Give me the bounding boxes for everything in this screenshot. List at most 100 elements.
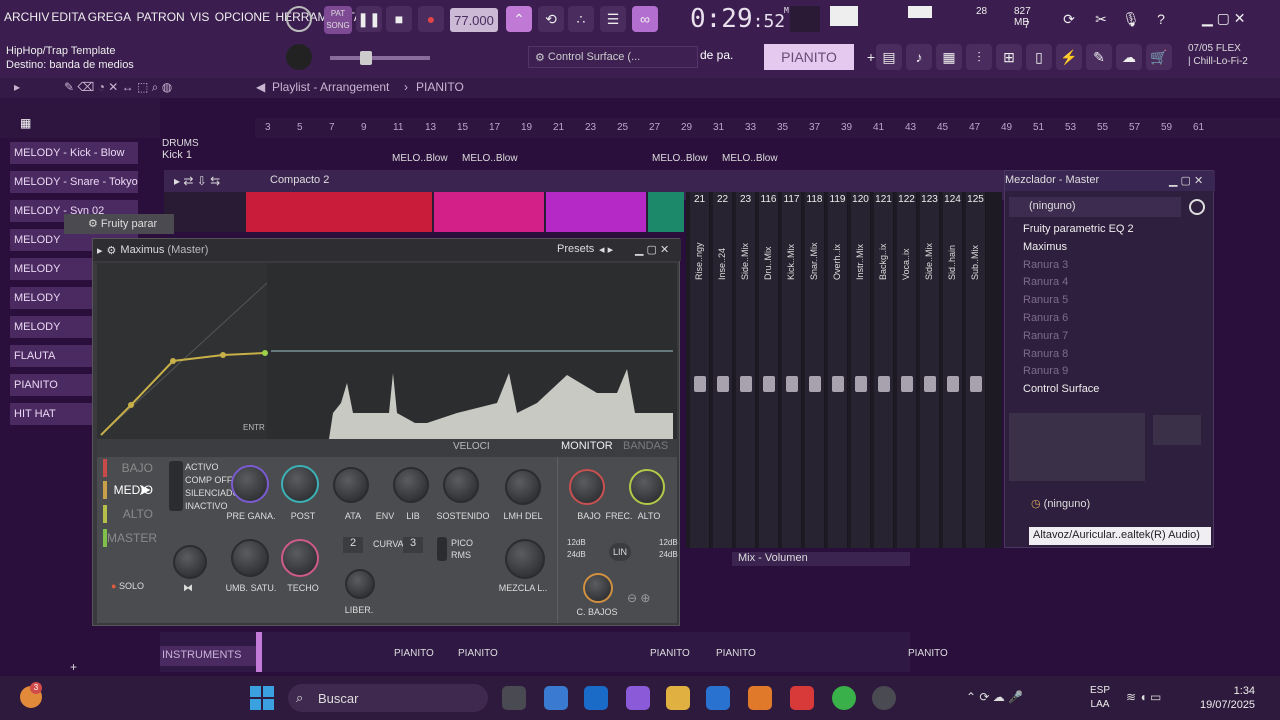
band-bajo[interactable]: BAJO bbox=[103, 459, 161, 477]
mixer-slot[interactable]: Maximus bbox=[1009, 241, 1185, 258]
rack-nav-icon[interactable]: ▸ ⇄ ⇩ ⇆ bbox=[174, 174, 220, 188]
undo-icon[interactable]: ⟳ bbox=[1056, 6, 1082, 32]
strip-fader[interactable] bbox=[809, 376, 821, 392]
gear-icon[interactable]: ⚙ bbox=[107, 244, 117, 257]
mix-volume-clip[interactable]: Mix - Volumen bbox=[732, 552, 910, 566]
pattern-selector[interactable]: PIANITO bbox=[764, 44, 854, 70]
strip-fader[interactable] bbox=[947, 376, 959, 392]
cloud-icon[interactable]: ☁ bbox=[1116, 44, 1142, 70]
arrow-right-icon[interactable]: ▸ bbox=[14, 80, 20, 94]
tray-icons[interactable]: ⌃ ⟳ ☁ 🎤 bbox=[966, 690, 1023, 704]
low-freq-knob[interactable] bbox=[569, 469, 605, 505]
mixer-strip[interactable]: 121 Backg..ix bbox=[874, 192, 894, 548]
lmh-delay-knob[interactable] bbox=[505, 469, 541, 505]
surface-faders[interactable] bbox=[1153, 415, 1201, 445]
master-pitch-slider[interactable] bbox=[330, 56, 430, 60]
clip[interactable]: PIANITO bbox=[458, 648, 498, 659]
strip-fader[interactable] bbox=[970, 376, 982, 392]
menu-patron[interactable]: PATRON bbox=[136, 10, 184, 24]
record-icon[interactable]: ● bbox=[418, 6, 444, 32]
pencil-icon[interactable]: ✎ ⌫ ◔ ✕ ↔ ⬚ ⌕ ◍ bbox=[64, 80, 172, 95]
band-medio[interactable]: MEDIO bbox=[103, 481, 161, 499]
strip-fader[interactable] bbox=[924, 376, 936, 392]
clip[interactable]: PIANITO bbox=[650, 648, 690, 659]
curve-right-value[interactable]: 3 bbox=[403, 537, 423, 553]
sustain-knob[interactable] bbox=[443, 467, 479, 503]
strip-fader[interactable] bbox=[763, 376, 775, 392]
chrome-icon[interactable] bbox=[832, 686, 856, 710]
taskbar-clock[interactable]: 1:34 19/07/2025 bbox=[1200, 684, 1255, 712]
plugin-icon[interactable]: ⚡ bbox=[1056, 44, 1082, 70]
file-explorer-icon[interactable] bbox=[666, 686, 690, 710]
news-panel[interactable]: 07/05 FLEX | Chill-Lo-Fi-2 bbox=[1188, 42, 1248, 68]
mixer-slot[interactable]: Fruity parametric EQ 2 bbox=[1009, 223, 1185, 240]
mixer-strip[interactable]: 21 Rise..ngy bbox=[690, 192, 710, 548]
presets-button[interactable]: Presets bbox=[557, 243, 594, 255]
help-icon[interactable]: ? bbox=[1148, 6, 1174, 32]
play-playlist-icon[interactable]: ◀ bbox=[256, 80, 265, 94]
windows-start-icon[interactable] bbox=[250, 686, 274, 710]
mixer-slot[interactable]: Ranura 4 bbox=[1009, 276, 1185, 293]
outlook-icon[interactable] bbox=[584, 686, 608, 710]
fruity-parar-window[interactable]: ⚙ Fruity parar bbox=[64, 214, 174, 234]
menu-archivo[interactable]: ARCHIV bbox=[4, 10, 49, 24]
mixer-slot[interactable]: Ranura 7 bbox=[1009, 330, 1185, 347]
step-edit-icon[interactable]: ☰ bbox=[600, 6, 626, 32]
mixer-strip[interactable]: 119 Overh..ix bbox=[828, 192, 848, 548]
wait-input-icon[interactable]: ⟲ bbox=[538, 6, 564, 32]
clip[interactable]: PIANITO bbox=[394, 648, 434, 659]
menu-edita[interactable]: EDITA bbox=[51, 10, 85, 24]
menu-vis[interactable]: VIS bbox=[190, 10, 209, 24]
taskbar-search[interactable]: ⌕ Buscar bbox=[288, 684, 488, 712]
chevron-down-icon[interactable]: ▸ bbox=[97, 244, 103, 257]
pre-gain-knob[interactable] bbox=[231, 465, 269, 503]
state-activo[interactable]: ACTIVO bbox=[185, 461, 240, 474]
mixer-strip[interactable]: 125 Sub..Mix bbox=[966, 192, 986, 548]
strip-fader[interactable] bbox=[878, 376, 890, 392]
channel-rack-icon[interactable]: ▦ bbox=[936, 44, 962, 70]
play-icon[interactable]: ❚❚ bbox=[356, 6, 382, 32]
mixer-slot[interactable]: Control Surface bbox=[1009, 383, 1185, 400]
metronome-icon[interactable]: ⌃ bbox=[506, 6, 532, 32]
language-indicator[interactable]: ESP LAA bbox=[1090, 684, 1110, 712]
pan-icon[interactable]: ⧓ bbox=[183, 583, 193, 594]
mixer-strip[interactable]: 122 Voca..ix bbox=[897, 192, 917, 548]
mixer-slot[interactable]: Ranura 8 bbox=[1009, 348, 1185, 365]
network-volume-battery-icon[interactable]: ≋ ◖ ▭ bbox=[1126, 690, 1161, 704]
mixer-slot[interactable]: Ranura 5 bbox=[1009, 294, 1185, 311]
mixer-icon[interactable]: ⫶ bbox=[966, 44, 992, 70]
mixer-slot[interactable]: Ranura 9 bbox=[1009, 365, 1185, 382]
clip[interactable]: MELO..Blow bbox=[392, 153, 448, 164]
pico-rms-switch[interactable] bbox=[437, 537, 447, 561]
preset-nav-icon[interactable]: ◂ ▸ bbox=[599, 243, 613, 256]
clip[interactable]: MELO..Blow bbox=[652, 153, 708, 164]
mixer-slot[interactable]: Ranura 3 bbox=[1009, 259, 1185, 276]
window-controls[interactable]: ▁ ▢ ✕ bbox=[1202, 10, 1246, 27]
release-knob[interactable] bbox=[393, 467, 429, 503]
copilot-icon[interactable] bbox=[544, 686, 568, 710]
clip[interactable]: PIANITO bbox=[716, 648, 756, 659]
tempo-display[interactable]: 77.000 bbox=[450, 8, 498, 32]
strip-fader[interactable] bbox=[694, 376, 706, 392]
release-curve-knob[interactable] bbox=[345, 569, 375, 599]
clip[interactable]: MELO..Blow bbox=[722, 153, 778, 164]
band-alto[interactable]: ALTO bbox=[103, 505, 161, 523]
slider-handle[interactable] bbox=[360, 51, 372, 65]
wps-icon[interactable] bbox=[790, 686, 814, 710]
piano-roll-icon[interactable]: ♪ bbox=[906, 44, 932, 70]
file-icon[interactable]: ▯ bbox=[1026, 44, 1052, 70]
strip-fader[interactable] bbox=[717, 376, 729, 392]
master-volume-knob[interactable] bbox=[286, 6, 312, 32]
state-switch[interactable] bbox=[169, 461, 183, 511]
playlist-icon[interactable]: ▤ bbox=[876, 44, 902, 70]
lin-toggle[interactable]: LIN bbox=[609, 543, 631, 561]
mixer-strip[interactable]: 117 Kick..Mix bbox=[782, 192, 802, 548]
task-view-icon[interactable] bbox=[502, 686, 526, 710]
window-controls[interactable]: ▁ ▢ ✕ bbox=[1169, 174, 1203, 187]
cut-icon[interactable]: ✂ bbox=[1088, 6, 1114, 32]
ceiling-knob[interactable] bbox=[281, 539, 319, 577]
mixer-strip[interactable]: 116 Dru..Mix bbox=[759, 192, 779, 548]
control-surface-panel[interactable] bbox=[1009, 413, 1145, 481]
mixer-strip[interactable]: 123 Side..Mix bbox=[920, 192, 940, 548]
pat-song-toggle[interactable]: PAT SONG bbox=[324, 6, 352, 34]
